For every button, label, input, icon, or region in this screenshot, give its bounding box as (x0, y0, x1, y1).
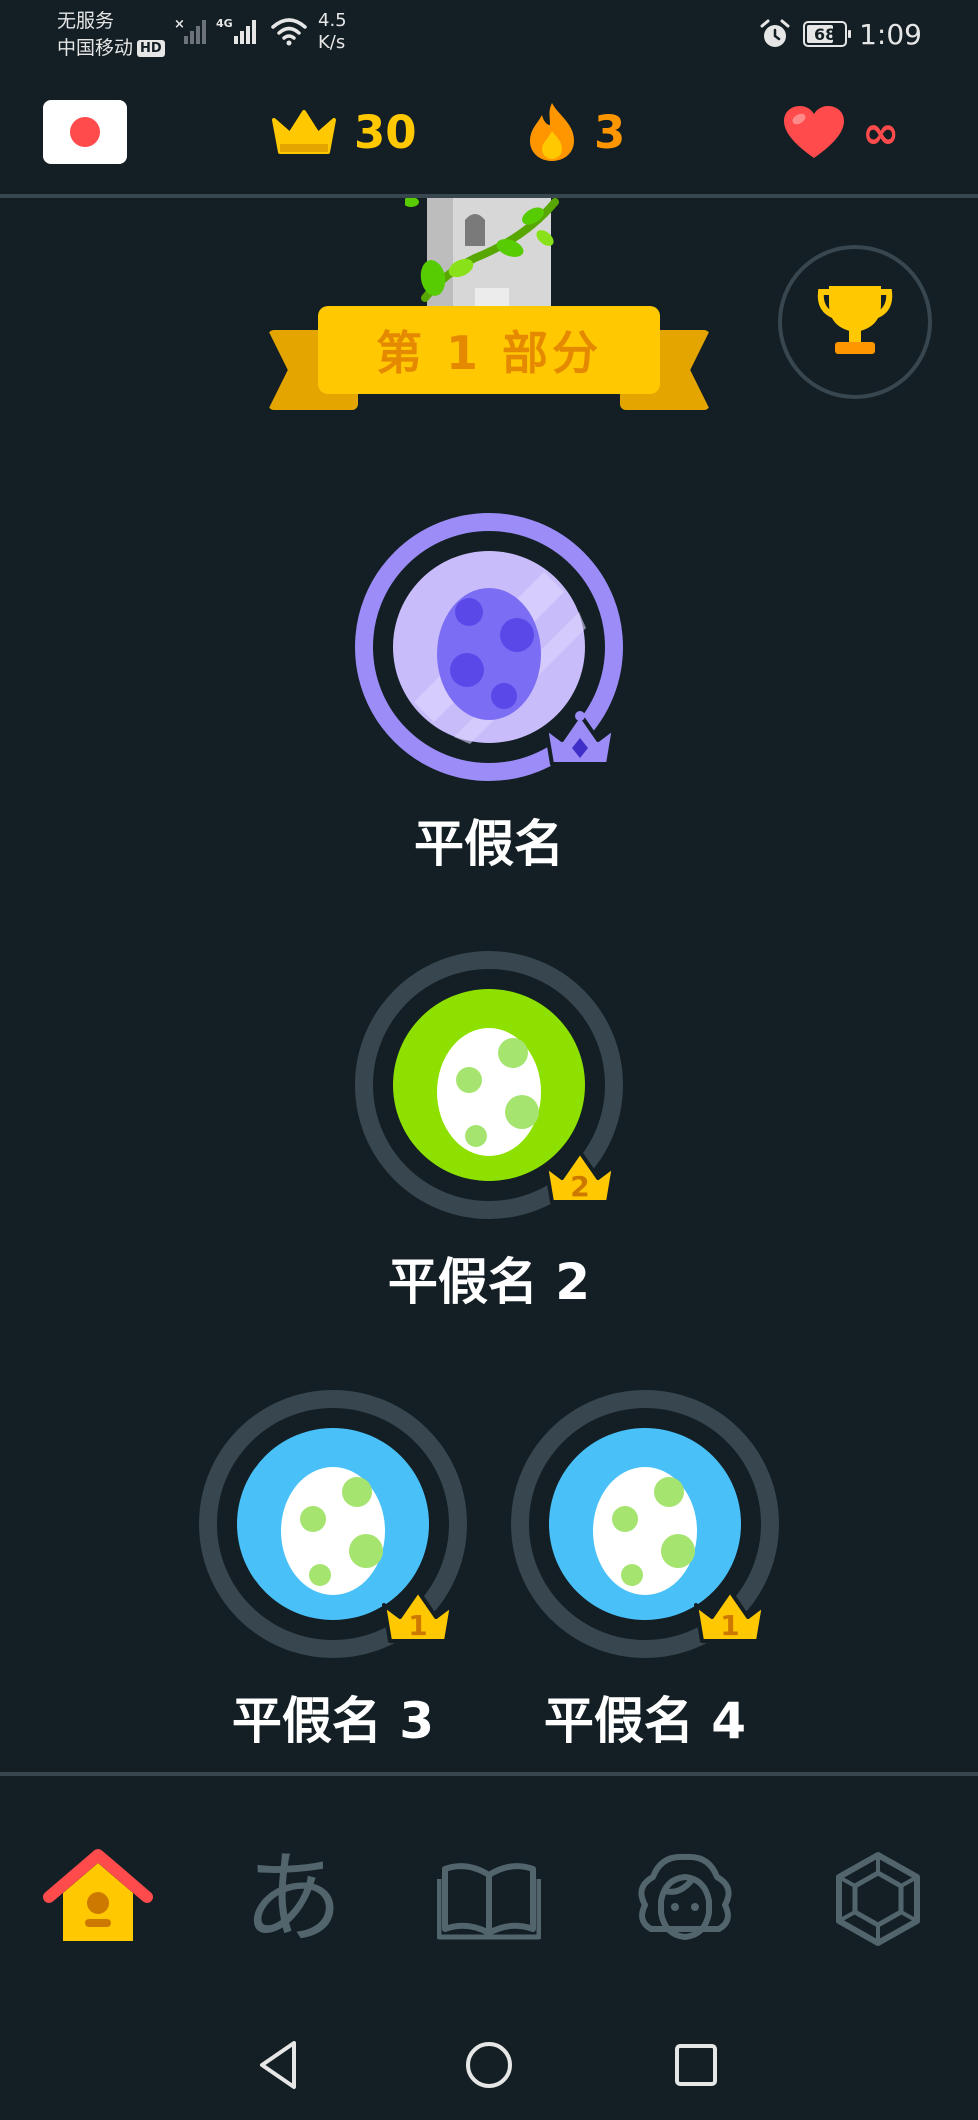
streak-count: 3 (594, 105, 626, 159)
section-banner: 第 1 部分 (268, 306, 710, 416)
skill-label: 平假名 4 (543, 1692, 747, 1750)
skill-node-hiragana-3[interactable]: 1 平假名 3 (198, 1389, 468, 1753)
system-navigation-bar (0, 2010, 978, 2120)
nav-stories[interactable] (434, 1844, 544, 1954)
flame-icon (530, 103, 574, 161)
app-screen: 无服务 中国移动 HD × 4G 4.5 K/s 68 1:09 30 3 ∞ … (0, 0, 978, 2120)
heart-icon (784, 106, 844, 158)
shop-icon (836, 1852, 920, 1946)
back-icon[interactable] (250, 2035, 310, 2095)
status-bar: 无服务 中国移动 HD × 4G 4.5 K/s 68 1:09 (0, 0, 978, 70)
svg-text:×: × (174, 17, 185, 32)
cellular-signal-icon: 4G (216, 17, 256, 44)
crown-icon (272, 110, 336, 154)
network-speed: 4.5 K/s (318, 10, 347, 54)
speed-value: 4.5 (318, 10, 347, 31)
hearts-count: ∞ (862, 105, 900, 159)
home-circle-icon[interactable] (459, 2035, 519, 2095)
skill-label: 平假名 (414, 815, 564, 873)
home-icon (43, 1849, 153, 1941)
svg-text:4G: 4G (216, 17, 233, 30)
skill-label: 平假名 3 (231, 1692, 435, 1750)
carrier-info: 无服务 中国移动 HD (57, 8, 165, 62)
clock: 1:09 (859, 17, 922, 51)
svg-text:2: 2 (570, 1170, 589, 1203)
hd-badge: HD (137, 40, 165, 57)
carrier-line-1: 无服务 (57, 10, 115, 32)
language-flag-button[interactable] (43, 100, 127, 164)
crowns-counter[interactable]: 30 (270, 102, 417, 162)
skill-node-hiragana-4[interactable]: 1 平假名 4 (510, 1389, 780, 1753)
nav-shop[interactable] (823, 1844, 933, 1954)
nav-profile[interactable] (630, 1844, 740, 1954)
crowns-count: 30 (354, 105, 417, 159)
nav-home[interactable] (43, 1844, 153, 1954)
hearts-counter[interactable]: ∞ (782, 102, 900, 162)
profile-icon (638, 1853, 732, 1941)
legendary-crown-icon (544, 711, 616, 766)
crown-level-badge: 1 (382, 1589, 454, 1643)
top-bar: 30 3 ∞ (0, 92, 978, 198)
section-title: 第 1 部分 (318, 306, 660, 394)
streak-counter[interactable]: 3 (526, 102, 625, 162)
recents-icon[interactable] (666, 2035, 726, 2095)
no-signal-icon: × (174, 17, 206, 44)
japan-flag-icon (70, 117, 100, 147)
battery-indicator: 68 (803, 21, 852, 47)
status-right: 68 1:09 (759, 14, 922, 54)
bottom-nav: あ (0, 1776, 978, 1996)
svg-text:1: 1 (408, 1609, 427, 1642)
characters-icon: あ (243, 1840, 343, 1957)
skill-node-hiragana-2[interactable]: 2 平假名 2 (354, 950, 624, 1314)
leaderboard-button[interactable] (778, 245, 932, 399)
nav-characters[interactable]: あ (238, 1844, 348, 1954)
skill-label: 平假名 2 (387, 1253, 591, 1311)
trophy-icon (817, 286, 893, 354)
svg-text:1: 1 (720, 1609, 739, 1642)
battery-level: 68 (813, 24, 837, 44)
alarm-icon (760, 19, 790, 47)
stories-icon (437, 1863, 541, 1940)
wifi-icon (271, 18, 307, 46)
carrier-line-2: 中国移动 (57, 37, 134, 59)
skill-node-hiragana-1[interactable]: 平假名 (354, 512, 624, 876)
castle-tower-icon (405, 198, 559, 316)
crown-level-badge: 1 (694, 1589, 766, 1643)
speed-unit: K/s (318, 32, 346, 53)
crown-level-badge: 2 (544, 1150, 616, 1204)
